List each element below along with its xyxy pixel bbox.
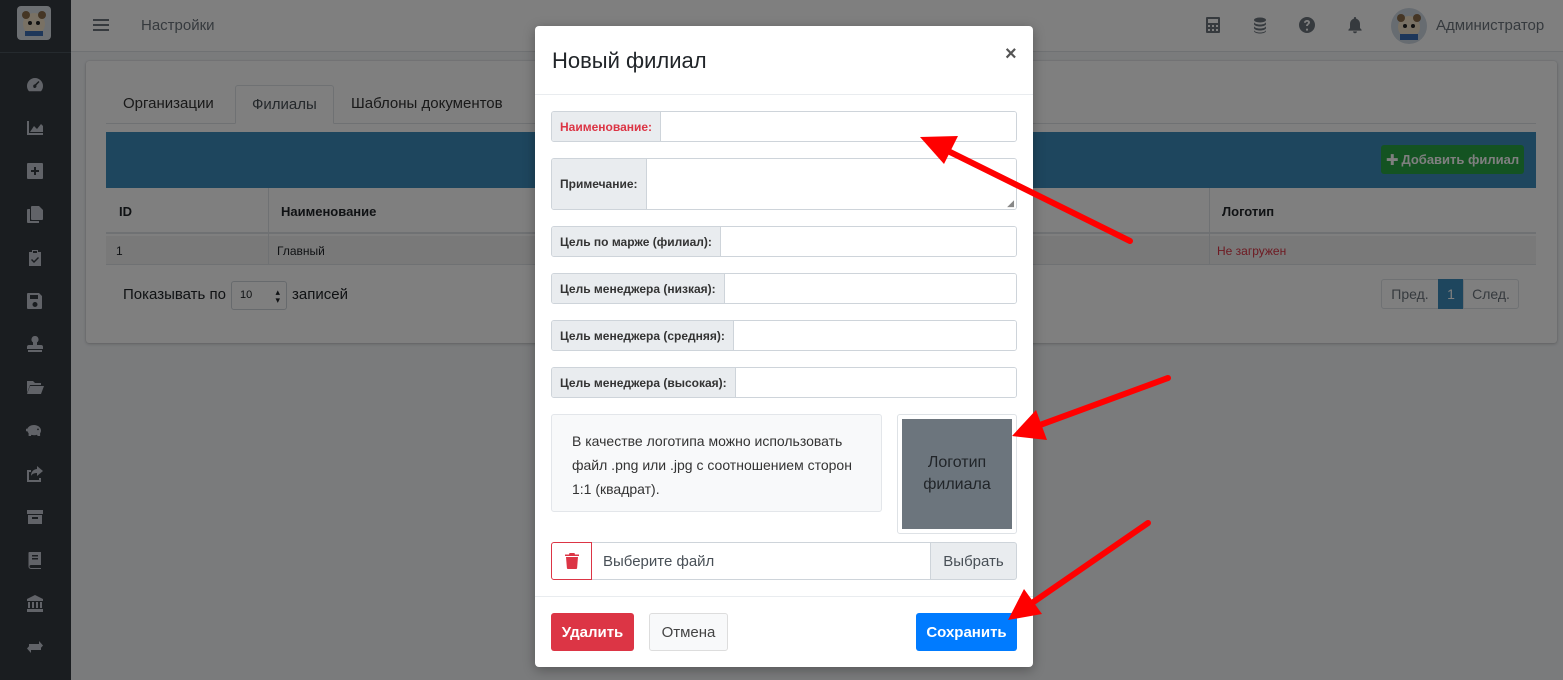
manager-high-input[interactable] (735, 368, 1016, 397)
resize-handle-icon[interactable]: ◢ (1007, 198, 1014, 209)
note-field-group: Примечание: ◢ (551, 158, 1017, 210)
logo-placeholder-line-1: Логотип (927, 454, 987, 471)
logo-preview: Логотип филиала (902, 419, 1012, 529)
logo-preview-frame: Логотип филиала (897, 414, 1017, 534)
margin-target-label: Цель по марже (филиал): (552, 227, 721, 256)
manager-low-input[interactable] (724, 274, 1016, 303)
new-branch-modal: Новый филиал × Наименование: Примечание:… (535, 26, 1033, 667)
note-textarea[interactable] (646, 159, 1016, 209)
modal-title: Новый филиал (552, 48, 707, 73)
browse-file-button[interactable]: Выбрать (931, 542, 1017, 580)
name-field-group: Наименование: (551, 111, 1017, 142)
cancel-button[interactable]: Отмена (649, 613, 728, 651)
file-input[interactable]: Выберите файл (592, 542, 931, 580)
logo-placeholder-line-2: филиала (923, 476, 991, 493)
manager-high-label: Цель менеджера (высокая): (552, 368, 736, 397)
delete-button[interactable]: Удалить (551, 613, 634, 651)
manager-low-label: Цель менеджера (низкая): (552, 274, 725, 303)
manager-mid-input[interactable] (733, 321, 1016, 350)
name-input[interactable] (661, 112, 1016, 141)
file-picker: Выберите файл Выбрать (551, 542, 1017, 580)
manager-mid-field-group: Цель менеджера (средняя): (551, 320, 1017, 351)
name-label: Наименование: (552, 112, 662, 141)
manager-mid-label: Цель менеджера (средняя): (552, 321, 734, 350)
margin-target-input[interactable] (720, 227, 1016, 256)
manager-high-field-group: Цель менеджера (высокая): (551, 367, 1017, 398)
note-label: Примечание: (552, 159, 647, 209)
manager-low-field-group: Цель менеджера (низкая): (551, 273, 1017, 304)
margin-target-field-group: Цель по марже (филиал): (551, 226, 1017, 257)
trash-icon (564, 553, 579, 569)
logo-hint: В качестве логотипа можно использовать ф… (551, 414, 882, 512)
close-icon[interactable]: × (1005, 43, 1017, 66)
remove-file-button[interactable] (551, 542, 592, 580)
save-button[interactable]: Сохранить (916, 613, 1017, 651)
